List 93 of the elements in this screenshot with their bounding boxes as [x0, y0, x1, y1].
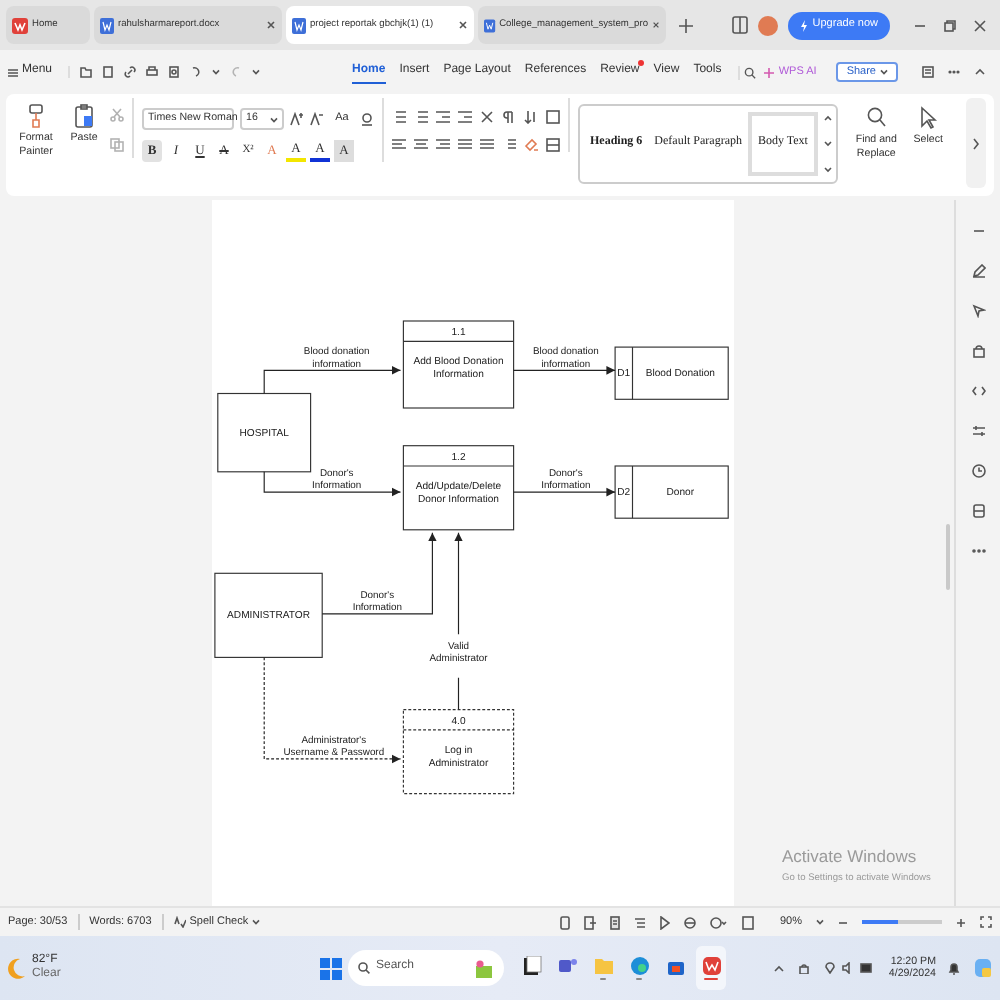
sparkle-icon	[764, 67, 775, 77]
borders-icon[interactable]	[546, 110, 560, 124]
bag-icon[interactable]	[971, 344, 985, 358]
minimize-icon[interactable]	[914, 19, 926, 31]
document-icon	[100, 17, 114, 33]
gift-icon	[474, 959, 494, 977]
pen-icon[interactable]	[971, 264, 985, 278]
phone-icon[interactable]	[559, 915, 570, 929]
link-icon[interactable]	[124, 66, 137, 78]
restore-icon[interactable]	[944, 19, 956, 31]
caret-icon	[816, 918, 824, 926]
location-icon[interactable]	[824, 962, 837, 974]
minus-icon[interactable]	[838, 917, 848, 927]
lightning-icon	[800, 19, 809, 31]
plus-icon[interactable]	[956, 917, 966, 927]
folder-icon	[593, 955, 613, 976]
paragraph-mark-icon[interactable]	[502, 110, 516, 124]
fit-page-icon[interactable]	[741, 915, 754, 929]
paintbrush-icon	[26, 104, 46, 128]
close-icon[interactable]	[266, 20, 276, 30]
bullet-list-icon[interactable]	[392, 110, 406, 124]
chevron-up-icon[interactable]	[774, 963, 785, 973]
document-app-icon	[521, 955, 541, 976]
distributed-icon[interactable]	[480, 138, 494, 152]
grow-font-icon[interactable]	[290, 112, 304, 126]
clear-format-icon[interactable]	[360, 112, 374, 126]
align-center-icon[interactable]	[414, 138, 428, 152]
document-icon	[292, 17, 306, 33]
browser-icon	[629, 955, 649, 976]
caret-icon	[880, 68, 888, 76]
collapse-icon[interactable]	[974, 66, 986, 78]
numbered-list-icon[interactable]	[414, 110, 428, 124]
activation-title: Activate Windows	[782, 846, 919, 867]
justify-icon[interactable]	[458, 138, 472, 152]
speaker-icon[interactable]	[842, 962, 855, 974]
shrink-font-icon[interactable]	[310, 112, 324, 126]
entity-box	[217, 392, 312, 473]
page-view-icon[interactable]	[609, 915, 620, 929]
cursor-icon	[918, 106, 939, 130]
cursor-icon[interactable]	[971, 304, 985, 318]
office-app-icon	[701, 955, 721, 976]
line-spacing-icon[interactable]	[502, 138, 516, 152]
outline-icon[interactable]	[633, 915, 646, 929]
decrease-indent-icon[interactable]	[436, 110, 450, 124]
document-icon[interactable]	[102, 66, 115, 78]
notes-icon[interactable]	[922, 66, 934, 78]
play-icon[interactable]	[659, 915, 670, 929]
close-icon[interactable]	[458, 20, 468, 30]
undo-icon[interactable]	[190, 66, 203, 78]
align-right-icon[interactable]	[436, 138, 450, 152]
search-icon	[358, 962, 370, 974]
caret-icon	[252, 68, 261, 76]
print-icon[interactable]	[146, 66, 159, 78]
app-logo-icon	[12, 17, 28, 33]
sliders-icon[interactable]	[971, 424, 985, 438]
new-tab-icon[interactable]	[678, 17, 694, 33]
code-icon[interactable]	[971, 384, 985, 398]
minus-icon[interactable]	[971, 224, 985, 238]
moon-icon	[8, 957, 26, 979]
align-left-icon[interactable]	[392, 138, 406, 152]
shading-icon[interactable]	[524, 138, 538, 152]
more-icon[interactable]	[971, 544, 985, 558]
close-icon[interactable]	[652, 20, 660, 30]
border-icon[interactable]	[546, 138, 560, 152]
bell-icon[interactable]	[948, 961, 960, 975]
notification-dot	[637, 60, 644, 67]
sort-icon[interactable]	[524, 110, 538, 124]
start-icon[interactable]	[320, 957, 342, 979]
search-icon	[866, 106, 887, 130]
document-icon	[484, 17, 496, 33]
increase-indent-icon[interactable]	[458, 110, 472, 124]
teams-icon	[557, 955, 577, 976]
caret-icon	[252, 918, 261, 926]
menu-icon	[8, 67, 18, 77]
chevron-right-icon	[972, 137, 981, 149]
close-icon[interactable]	[974, 19, 986, 31]
fullscreen-icon[interactable]	[980, 916, 992, 928]
caret-icon	[212, 68, 221, 76]
lock-icon[interactable]	[798, 962, 811, 974]
scrollbar-thumb[interactable]	[946, 524, 950, 590]
open-folder-icon[interactable]	[80, 66, 93, 78]
clock-icon[interactable]	[971, 464, 985, 478]
print-preview-icon[interactable]	[168, 66, 181, 78]
scroll-arrows-icon[interactable]	[824, 114, 833, 174]
data-store-box	[614, 465, 729, 519]
more-icon[interactable]	[948, 66, 960, 78]
battery-icon[interactable]	[860, 962, 873, 974]
database-icon[interactable]	[971, 504, 985, 518]
clipboard-icon	[74, 104, 94, 128]
caret-icon	[270, 115, 278, 123]
search-icon[interactable]	[737, 65, 756, 79]
spell-check-icon	[173, 916, 186, 928]
data-store-box	[614, 346, 729, 400]
